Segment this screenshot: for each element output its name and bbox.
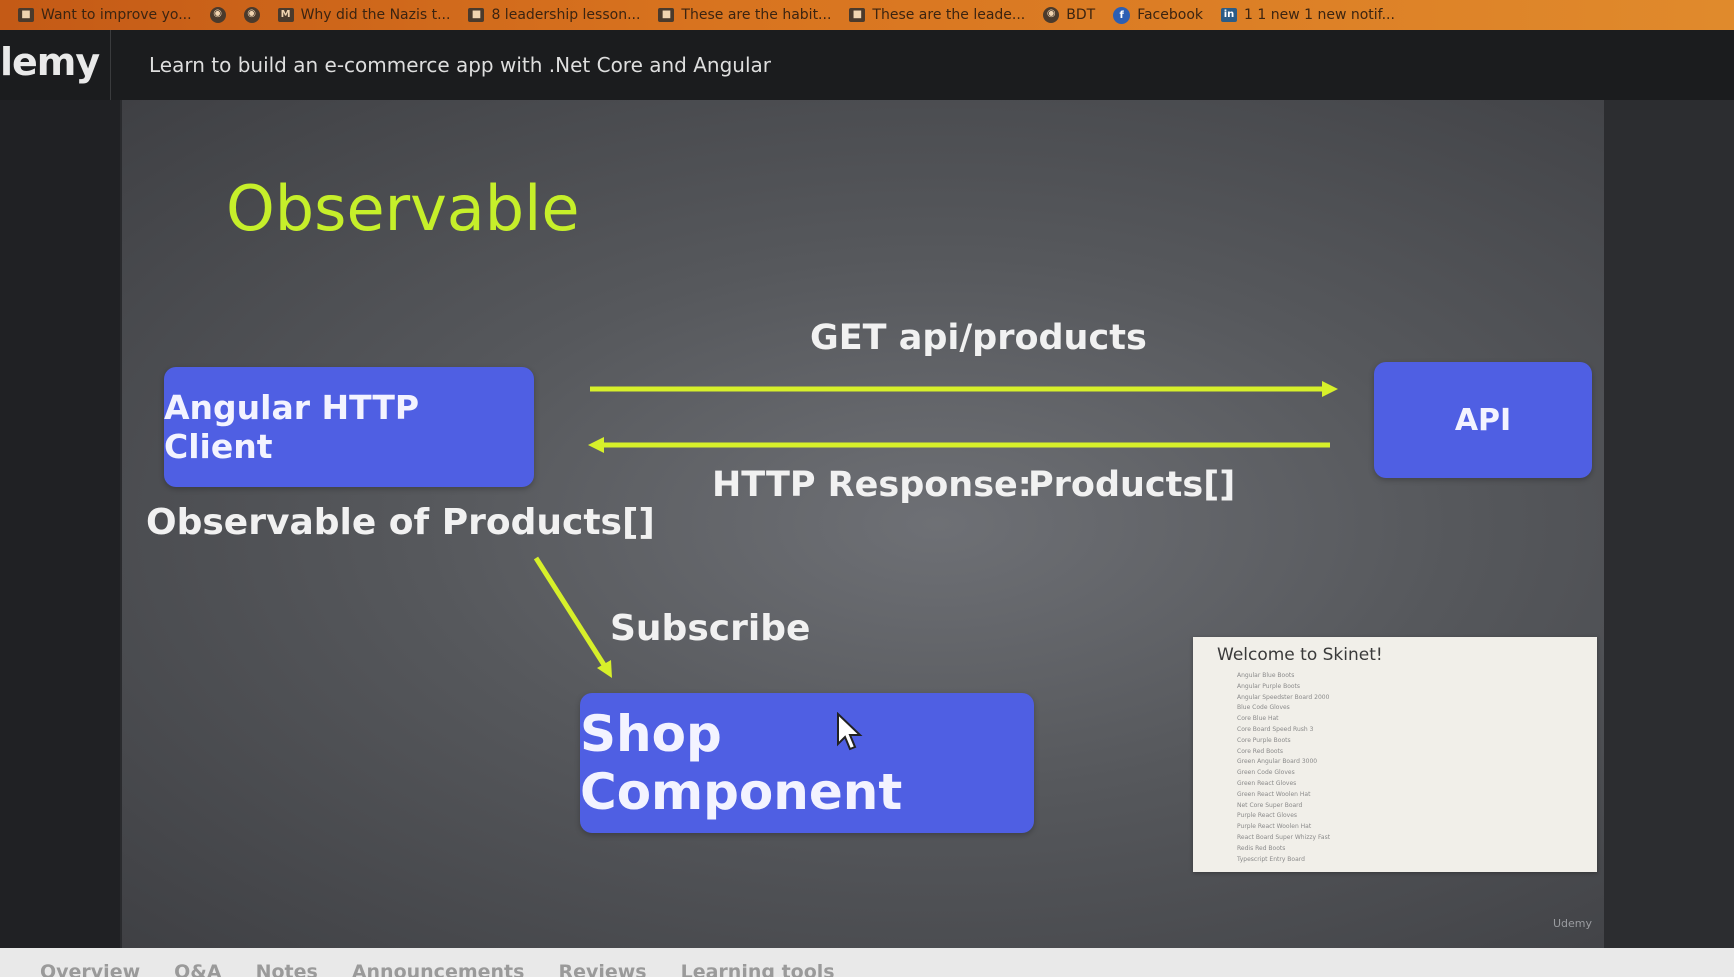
list-item: Redis Red Boots <box>1237 844 1286 852</box>
tab-overview[interactable]: Overview <box>40 961 140 977</box>
list-item: Green Code Gloves <box>1237 769 1295 777</box>
http-response-label: HTTP Response: <box>712 465 1032 505</box>
bookmark-7[interactable]: ◉ BDT <box>1043 7 1095 23</box>
preview-product-list: Angular Blue Boots Angular Purple Boots … <box>1237 671 1330 865</box>
bookmark-4[interactable]: ■ 8 leadership lesson... <box>468 7 640 23</box>
bookmark-label: These are the leade... <box>872 7 1026 23</box>
list-item: Core Purple Boots <box>1237 736 1291 744</box>
tab-reviews[interactable]: Reviews <box>558 961 646 977</box>
course-tabs: Overview Q&A Notes Announcements Reviews… <box>0 948 1734 977</box>
bookmark-label: These are the habit... <box>681 7 832 23</box>
list-item: Green Angular Board 3000 <box>1237 758 1318 766</box>
medium-icon: M <box>277 8 294 22</box>
list-item: Angular Speedster Board 2000 <box>1237 693 1330 701</box>
list-item: Angular Blue Boots <box>1237 672 1295 679</box>
http-response-value: Products[] <box>1028 465 1236 505</box>
list-item: Net Core Super Board <box>1237 801 1303 809</box>
page-icon: ■ <box>468 8 485 22</box>
udemy-logo[interactable]: lemy <box>0 30 111 100</box>
bookmarks-bar: ■ Want to improve yo... ◉ ◉ M Why did the … <box>0 0 1734 30</box>
bookmark-label: 8 leadership lesson... <box>491 7 641 23</box>
list-item: Green React Gloves <box>1237 779 1297 787</box>
get-request-label: GET api/products <box>810 318 1147 358</box>
course-title[interactable]: Learn to build an e-commerce app with .N… <box>149 53 771 77</box>
list-item: Core Blue Hat <box>1237 715 1279 723</box>
get-request-arrow <box>590 381 1338 397</box>
bookmark-3[interactable]: M Why did the Nazis t... <box>277 7 451 23</box>
shop-component-box: Shop Component <box>580 693 1034 833</box>
subscribe-arrow <box>533 556 612 678</box>
bookmark-2[interactable]: ◉ <box>243 7 260 23</box>
bookmark-8[interactable]: f Facebook <box>1113 6 1203 24</box>
list-item: Typescript Entry Board <box>1237 855 1305 863</box>
preview-title: Welcome to Skinet! <box>1217 645 1383 665</box>
list-item: Core Board Speed Rush 3 <box>1237 725 1314 733</box>
observable-label: Observable of Products[] <box>146 502 655 543</box>
angular-http-client-box: Angular HTTP Client <box>164 367 534 487</box>
list-item: Green React Woolen Hat <box>1237 790 1311 798</box>
page-icon: ■ <box>849 8 866 22</box>
bookmark-5[interactable]: ■ These are the habit... <box>658 7 831 23</box>
list-item: Blue Code Gloves <box>1237 704 1290 712</box>
tab-learning-tools[interactable]: Learning tools <box>681 961 835 977</box>
bookmark-label: BDT <box>1066 7 1096 23</box>
linkedin-icon: in <box>1221 8 1237 22</box>
list-item: Core Red Boots <box>1237 747 1284 755</box>
list-item: Angular Purple Boots <box>1237 682 1301 690</box>
globe-icon: ◉ <box>243 7 260 23</box>
bookmark-label: Why did the Nazis t... <box>300 7 451 23</box>
bookmark-label: Want to improve yo... <box>41 7 192 23</box>
bookmark-label: 1 1 new 1 new notif... <box>1244 7 1395 23</box>
skinet-preview: Welcome to Skinet! Angular Blue Boots An… <box>1193 637 1597 872</box>
list-item: Purple React Gloves <box>1237 812 1298 820</box>
globe-icon: ◉ <box>1043 7 1060 23</box>
facebook-icon: f <box>1113 6 1131 24</box>
bookmark-9[interactable]: in 1 1 new 1 new notif... <box>1221 7 1395 23</box>
udemy-header: lemy Learn to build an e-commerce app wi… <box>0 30 1734 100</box>
bookmark-label: Facebook <box>1137 7 1203 23</box>
globe-icon: ◉ <box>209 7 226 23</box>
bookmark-6[interactable]: ■ These are the leade... <box>849 7 1025 23</box>
bookmark-1[interactable]: ◉ <box>209 7 226 23</box>
bookmark-0[interactable]: ■ Want to improve yo... <box>18 7 192 23</box>
page-icon: ■ <box>18 8 34 22</box>
list-item: Purple React Woolen Hat <box>1237 823 1312 831</box>
right-panel <box>1604 100 1734 950</box>
tab-announcements[interactable]: Announcements <box>352 961 525 977</box>
tab-notes[interactable]: Notes <box>256 961 318 977</box>
subscribe-label: Subscribe <box>610 608 811 649</box>
page-icon: ■ <box>658 8 675 22</box>
mouse-cursor-icon <box>837 712 863 751</box>
list-item: React Board Super Whizzy Fast <box>1237 833 1331 841</box>
video-slide[interactable]: Observable Angular HTTP Client API Shop … <box>122 100 1604 948</box>
left-panel <box>0 100 120 950</box>
udemy-watermark: Udemy <box>1552 917 1592 930</box>
http-response-arrow <box>588 437 1330 453</box>
tab-qa[interactable]: Q&A <box>174 961 221 977</box>
api-box: API <box>1374 362 1592 478</box>
